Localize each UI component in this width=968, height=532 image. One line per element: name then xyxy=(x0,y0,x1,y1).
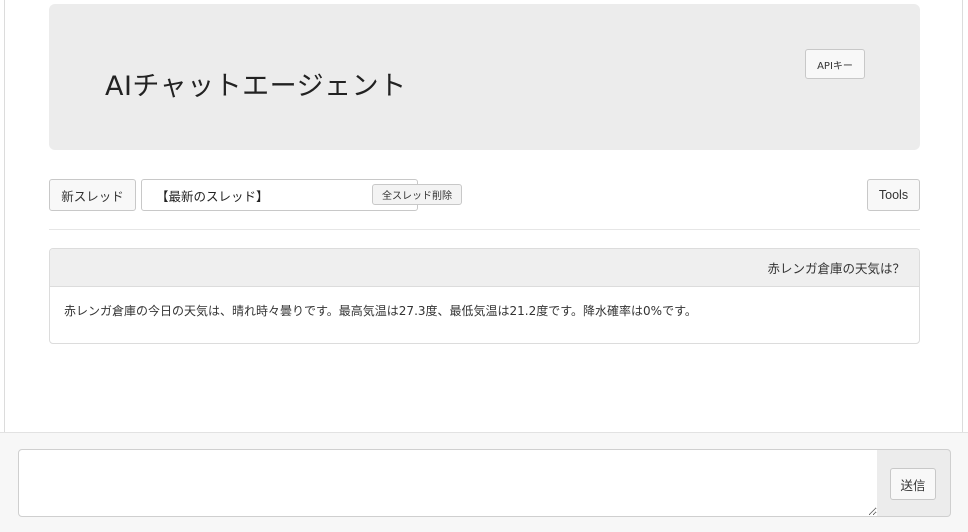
send-button[interactable]: 送信 xyxy=(890,468,936,500)
app-page: AIチャットエージェント APIキー 新スレッド 【最新のスレッド】 全スレッド… xyxy=(0,0,968,532)
frame-border-right xyxy=(962,0,963,432)
composer-bar: 送信 xyxy=(0,432,968,532)
api-key-button[interactable]: APIキー xyxy=(805,49,865,79)
chat-message-card: 赤レンガ倉庫の天気は？ 赤レンガ倉庫の今日の天気は、晴れ時々曇りです。最高気温は… xyxy=(49,248,920,344)
header-banner: AIチャットエージェント APIキー xyxy=(49,4,920,150)
message-input[interactable] xyxy=(18,449,878,517)
thread-select-value: 【最新のスレッド】 xyxy=(156,188,269,204)
user-question: 赤レンガ倉庫の天気は？ xyxy=(50,249,919,287)
frame-border-left xyxy=(4,0,5,432)
tools-button[interactable]: Tools xyxy=(867,179,920,211)
send-button-container: 送信 xyxy=(877,449,951,517)
section-divider xyxy=(49,229,920,230)
page-title: AIチャットエージェント xyxy=(105,71,407,102)
new-thread-button[interactable]: 新スレッド xyxy=(49,179,136,211)
delete-all-threads-button[interactable]: 全スレッド削除 xyxy=(372,184,462,205)
thread-toolbar: 新スレッド 【最新のスレッド】 全スレッド削除 Tools xyxy=(49,179,920,211)
assistant-answer: 赤レンガ倉庫の今日の天気は、晴れ時々曇りです。最高気温は27.3度、最低気温は2… xyxy=(64,304,697,318)
